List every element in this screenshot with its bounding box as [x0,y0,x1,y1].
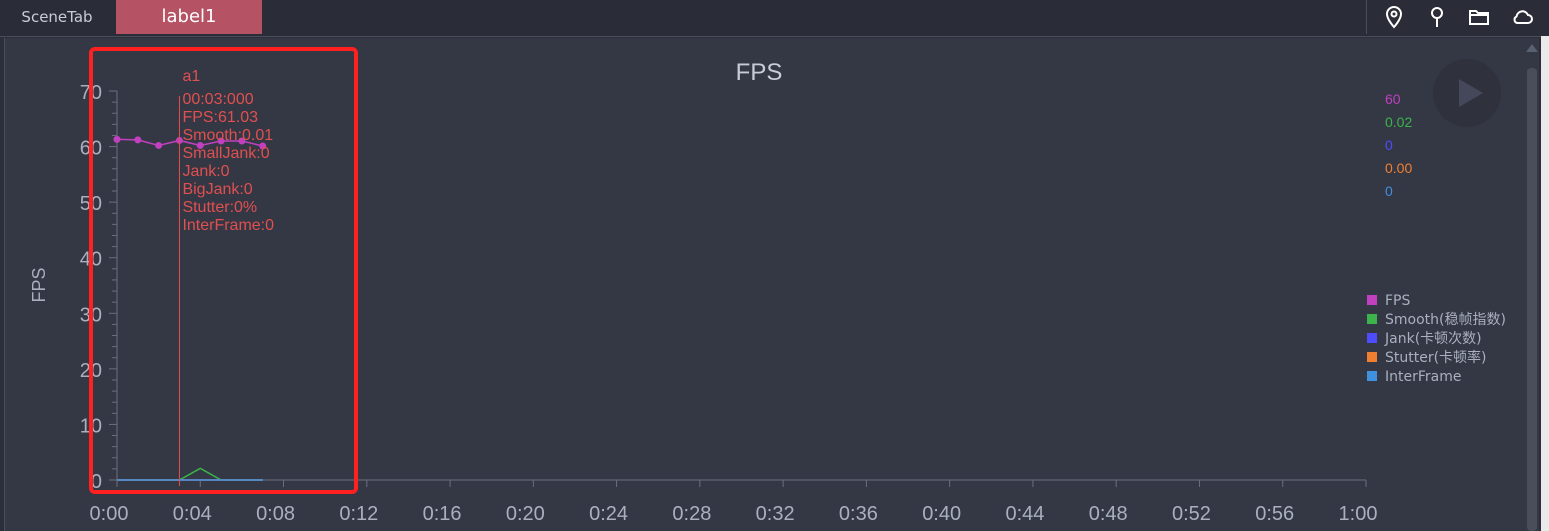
legend-label[interactable]: Stutter(卡顿率) [1385,349,1487,366]
x-tick-label: 0:16 [423,503,462,525]
current-value: 0 [1385,137,1393,153]
series-line-smooth [117,467,263,481]
data-point[interactable] [113,135,121,143]
current-value: 0.00 [1385,160,1412,176]
legend-swatch[interactable] [1367,314,1377,324]
marker-info-line: BigJank:0 [182,181,252,198]
legend-swatch[interactable] [1367,333,1377,343]
current-value: 0 [1385,183,1393,199]
x-tick-label: 0:56 [1255,503,1294,525]
scroll-up-arrow-icon[interactable] [1526,44,1538,52]
vertical-scrollbar[interactable] [1523,42,1541,531]
x-tick-label: 0:24 [589,503,628,525]
window-edge [1541,36,1549,531]
x-tick-label: 0:44 [1005,503,1044,525]
legend-swatch[interactable] [1367,295,1377,305]
x-tick-label: 0:32 [756,503,795,525]
marker-info-line: Jank:0 [182,163,229,180]
current-value: 0.02 [1385,114,1412,130]
x-tick-label: 0:00 [90,503,129,525]
legend-label[interactable]: FPS [1385,293,1410,309]
marker-info-line: 00:03:000 [182,91,253,108]
x-tick-label: 0:36 [839,503,878,525]
data-point[interactable] [134,136,142,144]
legend-label[interactable]: Smooth(稳帧指数) [1385,312,1506,328]
marker-info-line: InterFrame:0 [182,217,274,234]
marker-info-line: FPS:61.03 [182,109,258,126]
y-axis-label: FPS [29,267,49,302]
x-tick-label: 0:04 [173,503,212,525]
legend-label[interactable]: Jank(卡顿次数) [1384,331,1482,347]
legend-label[interactable]: InterFrame [1385,369,1461,385]
chart-title: FPS [736,59,783,86]
x-tick-label: 0:40 [922,503,961,525]
scroll-thumb[interactable] [1527,68,1537,531]
play-button[interactable] [1433,59,1501,127]
marker-info-line: Smooth:0.01 [182,127,273,144]
x-tick-label: 0:52 [1172,503,1211,525]
x-tick-label: 0:48 [1089,503,1128,525]
fps-chart: FPS FPS 0102030405060700:00 0:04 0:08 0:12 0… [29,47,1506,525]
data-point[interactable] [155,141,163,149]
x-tick-label: 0:20 [506,503,545,525]
marker-info-line: SmallJank:0 [182,145,269,162]
x-tick-label: 0:28 [672,503,711,525]
x-tick-label: 0:08 [256,503,295,525]
x-tick-label: 0:12 [339,503,378,525]
current-value: 60 [1385,91,1401,107]
legend-swatch[interactable] [1367,352,1377,362]
legend-swatch[interactable] [1367,371,1377,381]
marker-info-line: Stutter:0% [182,199,257,216]
x-tick-label: 1:00 [1339,503,1378,525]
marker-label: a1 [182,68,200,85]
